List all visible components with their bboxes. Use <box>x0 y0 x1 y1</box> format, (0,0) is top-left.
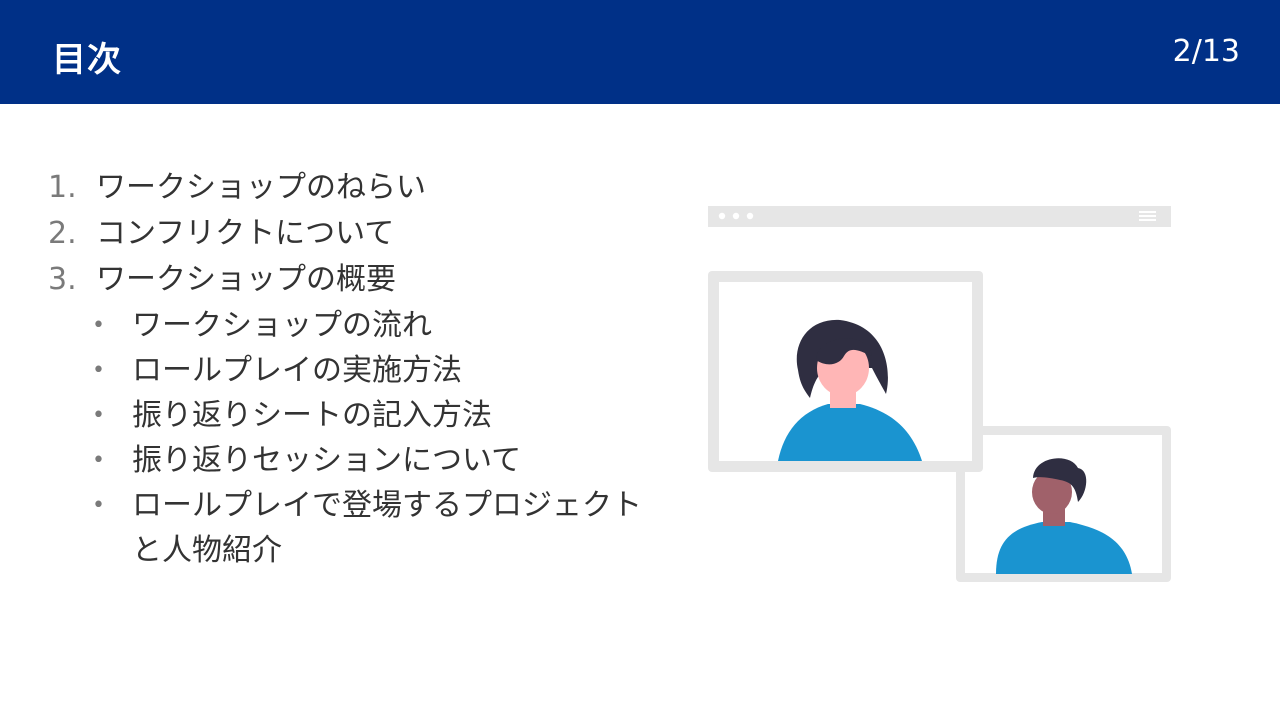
bullet-icon: • <box>92 493 105 518</box>
window-dot-icon <box>718 212 726 220</box>
header-bar: 目次 2/13 <box>0 0 1280 104</box>
agenda-label: ワークショップの概要 <box>96 262 396 297</box>
agenda-item-2: 2. コンフリクトについて <box>48 211 668 257</box>
agenda-label: ワークショップのねらい <box>96 170 426 205</box>
bullet-icon: • <box>92 358 105 383</box>
sub-item-1: • ワークショップの流れ <box>92 303 668 348</box>
page-title: 目次 <box>52 40 122 80</box>
agenda-label: コンフリクトについて <box>96 216 395 251</box>
sub-item-3: • 振り返りシートの記入方法 <box>92 393 668 438</box>
agenda-number: 3. <box>48 262 77 297</box>
sub-item-2: • ロールプレイの実施方法 <box>92 348 668 393</box>
sub-item-label: ロールプレイで登場するプロジェクトと人物紹介 <box>132 488 642 568</box>
sub-item-4: • 振り返りセッションについて <box>92 438 668 483</box>
agenda-list: 1. ワークショップのねらい 2. コンフリクトについて 3. ワークショップの… <box>48 165 668 573</box>
agenda-number: 2. <box>48 216 77 251</box>
menu-icon <box>1139 211 1156 221</box>
sub-item-label: 振り返りセッションについて <box>132 443 522 478</box>
agenda-sublist: • ワークショップの流れ • ロールプレイの実施方法 • 振り返りシートの記入方… <box>92 303 668 573</box>
bullet-icon: • <box>92 403 105 428</box>
browser-bar <box>708 206 1171 227</box>
window-dot-icon <box>732 212 740 220</box>
bullet-icon: • <box>92 313 105 338</box>
window-dot-icon <box>746 212 754 220</box>
sub-item-label: 振り返りシートの記入方法 <box>132 398 492 433</box>
page-number: 2/13 <box>1172 34 1240 69</box>
sub-item-5: • ロールプレイで登場するプロジェクトと人物紹介 <box>92 483 668 573</box>
bullet-icon: • <box>92 448 105 473</box>
sub-item-label: ロールプレイの実施方法 <box>132 353 462 388</box>
agenda-number: 1. <box>48 170 77 205</box>
video-call-illustration <box>708 206 1171 582</box>
sub-item-label: ワークショップの流れ <box>132 308 432 343</box>
agenda-item-3: 3. ワークショップの概要 <box>48 257 668 303</box>
agenda-item-1: 1. ワークショップのねらい <box>48 165 668 211</box>
